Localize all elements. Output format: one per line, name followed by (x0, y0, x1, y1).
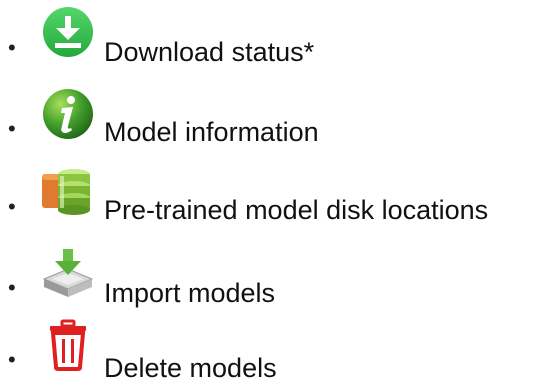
list-item-disk-locations: • Pre-trained model disk locations (0, 160, 556, 230)
info-icon (43, 89, 93, 139)
label-delete-models: Delete models (104, 353, 277, 383)
bullet: • (8, 347, 16, 372)
bullet: • (8, 194, 16, 219)
list-item-download-status: • Download status* (0, 0, 556, 70)
import-icon (42, 249, 94, 297)
bullet: • (8, 275, 16, 300)
label-download-status: Download status* (104, 37, 315, 67)
trash-icon (50, 319, 86, 371)
bullet: • (8, 35, 16, 60)
list-item-delete-models: • Delete models (0, 313, 556, 383)
label-disk-locations: Pre-trained model disk locations (104, 195, 489, 225)
database-icon (42, 169, 90, 215)
bullet: • (8, 116, 16, 141)
download-icon (43, 7, 93, 57)
list-item-model-information: • Model information (0, 80, 556, 150)
label-model-information: Model information (104, 117, 319, 147)
label-import-models: Import models (104, 278, 276, 308)
list-item-import-models: • Import models (0, 240, 556, 310)
legend-list: • Download status* • Model information •… (0, 0, 556, 383)
